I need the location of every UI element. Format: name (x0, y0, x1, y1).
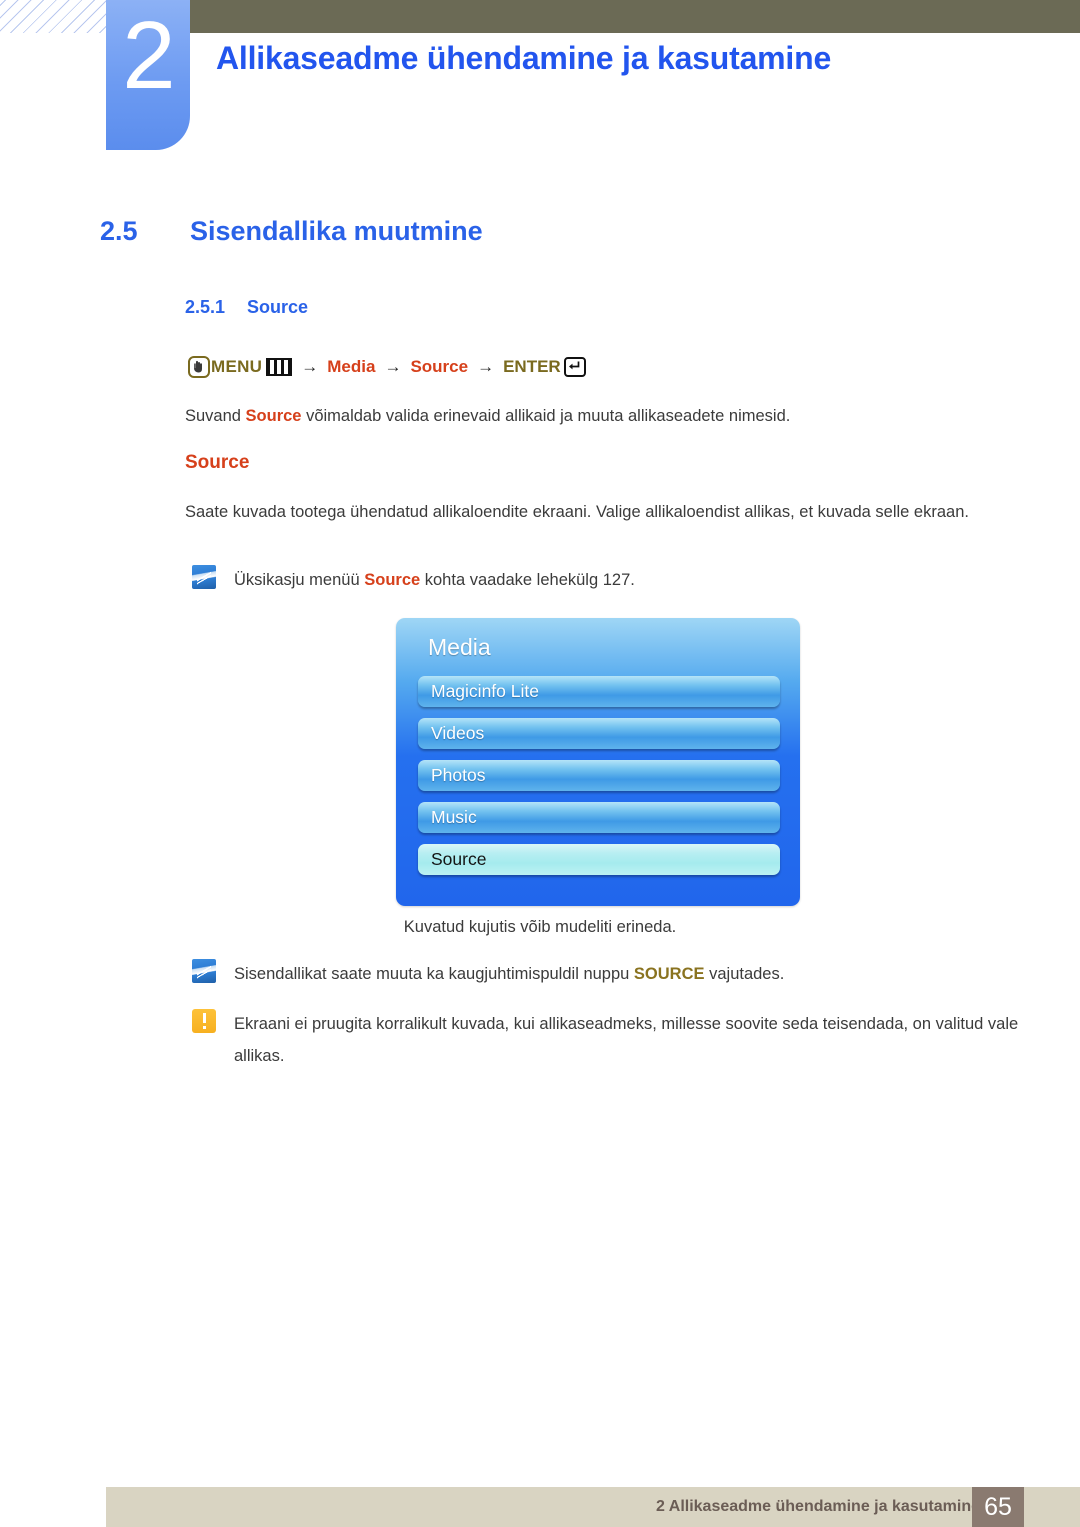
osd-item-videos[interactable]: Videos (418, 718, 780, 749)
section-title: Sisendallika muutmine (190, 216, 483, 246)
intro-text-after: võimaldab valida erinevaid allikaid ja m… (301, 407, 791, 425)
note-text-after: vajutades. (704, 965, 785, 983)
media-osd-panel: Media Magicinfo Lite Videos Photos Music… (396, 618, 800, 906)
note-highlight: SOURCE (633, 965, 705, 983)
path-step-media: Media (327, 357, 376, 376)
warning-icon (192, 1009, 216, 1033)
note-item: Sisendallikat saate muuta ka kaugjuhtimi… (192, 958, 1012, 990)
note-text-before: Üksikasju menüü (234, 571, 365, 589)
osd-menu-list: Magicinfo Lite Videos Photos Music Sourc… (418, 676, 780, 886)
osd-title: Media (428, 634, 491, 660)
path-arrow-2: → (384, 357, 402, 376)
note-item: Üksikasju menüü Source kohta vaadake leh… (192, 564, 992, 596)
note-text-after: kohta vaadake lehekülg 127. (420, 571, 635, 589)
note-highlight: Source (364, 571, 421, 589)
note-text-before: Sisendallikat saate muuta ka kaugjuhtimi… (234, 965, 634, 983)
path-arrow-1: → (301, 357, 319, 376)
note-text: Ekraani ei pruugita korralikult kuvada, … (234, 1015, 1019, 1066)
osd-item-source[interactable]: Source (418, 844, 780, 875)
hand-press-icon (188, 356, 210, 378)
footer-chapter-label: 2 Allikaseadme ühendamine ja kasutamine (656, 1498, 980, 1515)
enter-key-icon (563, 357, 586, 377)
intro-paragraph: Suvand Source võimaldab valida erinevaid… (185, 400, 1005, 432)
intro-text-before: Suvand (185, 407, 246, 425)
note-pencil-icon (192, 959, 216, 983)
subsection-title: Source (247, 297, 309, 317)
page-footer: 2 Allikaseadme ühendamine ja kasutamine … (106, 1487, 1080, 1527)
osd-item-magicinfo-lite[interactable]: Magicinfo Lite (418, 676, 780, 707)
hatch-decoration (0, 0, 106, 33)
intro-highlight: Source (245, 407, 302, 425)
enter-label: ENTER (503, 357, 561, 376)
menu-bars-icon (266, 358, 293, 376)
page-header: 2 Allikaseadme ühendamine ja kasutamine (0, 0, 1080, 160)
section-number: 2.5 (100, 216, 138, 246)
chapter-number-badge: 2 (106, 0, 190, 150)
source-subheading: Source (185, 452, 250, 473)
note-text: Sisendallikat saate muuta ka kaugjuhtimi… (234, 958, 784, 990)
osd-caption: Kuvatud kujutis võib mudeliti erineda. (403, 918, 677, 936)
osd-item-photos[interactable]: Photos (418, 760, 780, 791)
menu-navigation-path: MENU → Media → Source → ENTER (188, 356, 586, 378)
main-paragraph: Saate kuvada tootega ühendatud allikaloe… (185, 503, 969, 521)
subsection-number: 2.5.1 (185, 297, 226, 317)
chapter-title: Allikaseadme ühendamine ja kasutamine (216, 40, 832, 76)
osd-item-music[interactable]: Music (418, 802, 780, 833)
note-item: Ekraani ei pruugita korralikult kuvada, … (192, 1008, 1022, 1072)
subsection-heading: 2.5.1 Source (185, 297, 308, 318)
footer-page-number: 65 (972, 1487, 1024, 1527)
header-olive-bar (190, 0, 1080, 33)
menu-label: MENU (211, 357, 263, 376)
note-pencil-icon (192, 565, 216, 589)
path-step-source: Source (410, 357, 469, 376)
section-heading: 2.5 Sisendallika muutmine (100, 216, 483, 247)
path-arrow-3: → (477, 357, 495, 376)
note-text: Üksikasju menüü Source kohta vaadake leh… (234, 564, 635, 596)
